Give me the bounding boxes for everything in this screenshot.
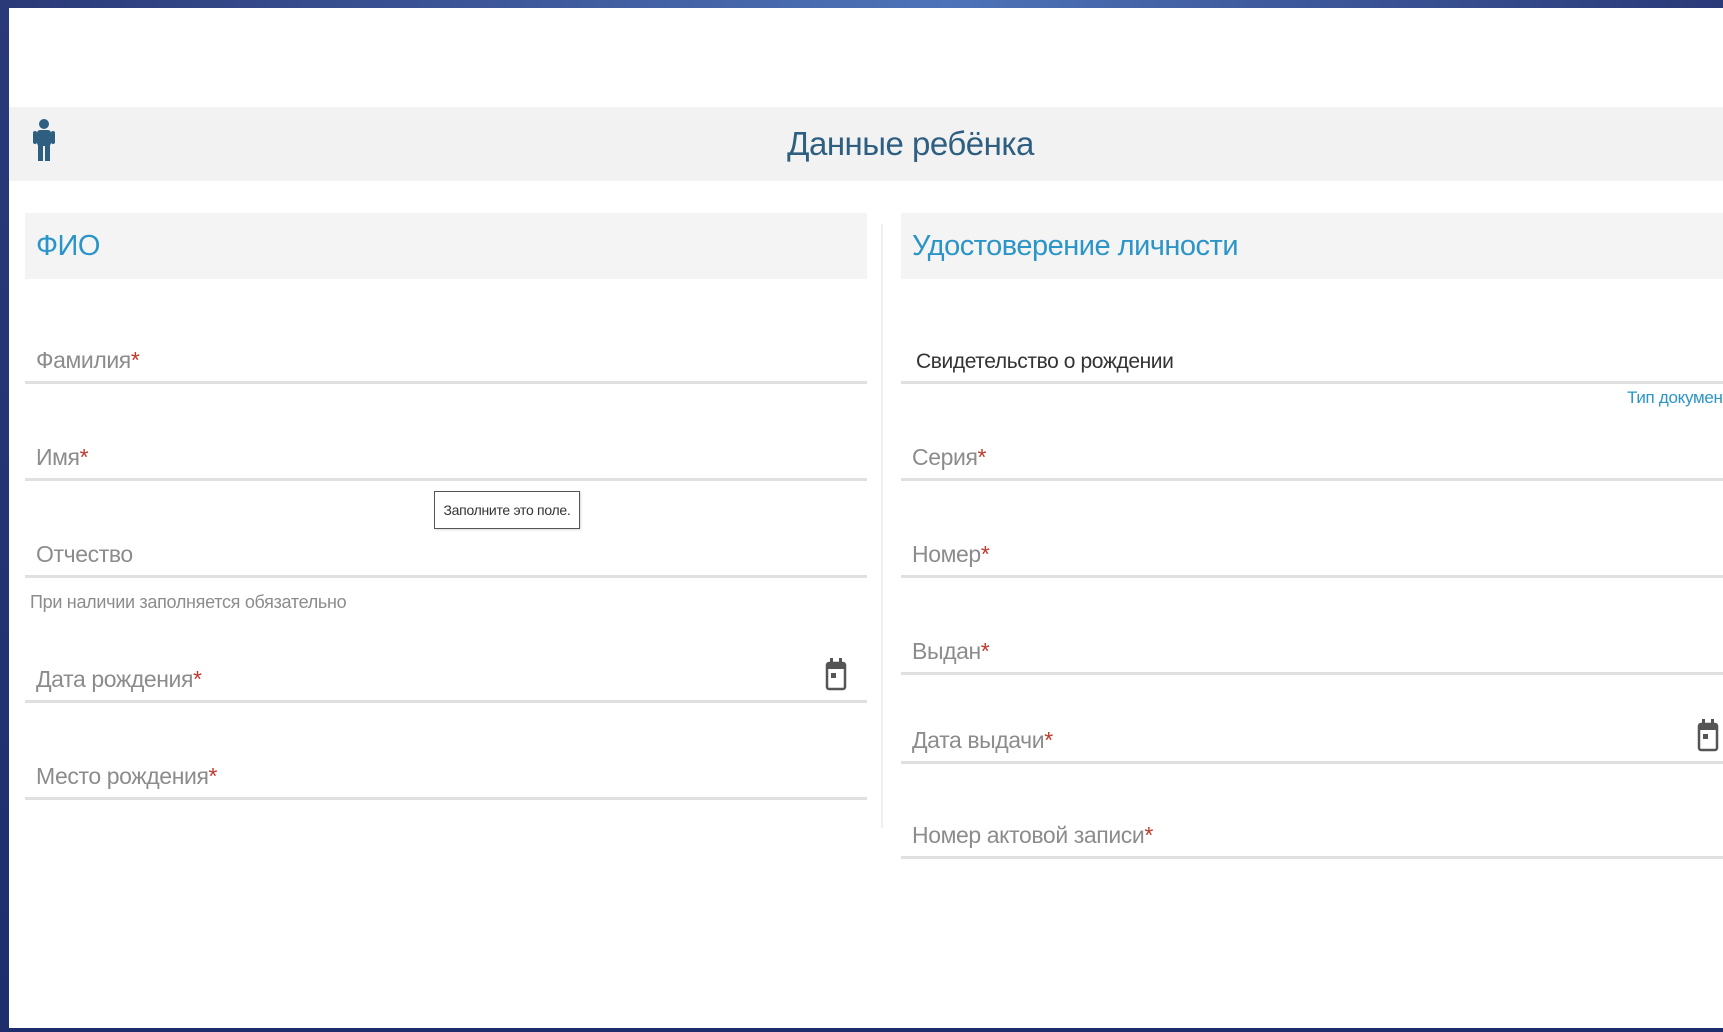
- section-title-identity: Удостоверение личности: [901, 213, 1723, 279]
- validation-tooltip: Заполните это поле.: [434, 491, 580, 529]
- calendar-icon[interactable]: [1697, 718, 1719, 752]
- page-header: Данные ребёнка: [9, 107, 1723, 181]
- series-field[interactable]: Серия*: [901, 435, 1723, 481]
- first-name-label: Имя*: [36, 444, 89, 470]
- required-mark: *: [193, 666, 202, 692]
- number-label: Номер*: [912, 541, 990, 567]
- last-name-field[interactable]: Фамилия*: [25, 338, 867, 384]
- document-type-value: Свидетельство о рождении: [916, 350, 1174, 373]
- issue-date-field[interactable]: Дата выдачи*: [901, 718, 1723, 764]
- calendar-icon[interactable]: [825, 657, 847, 691]
- birth-place-field[interactable]: Место рождения*: [25, 754, 867, 800]
- required-mark: *: [130, 347, 140, 373]
- window-frame-bottom: [0, 1028, 1723, 1032]
- document-type-hint: Тип документ: [1627, 388, 1723, 407]
- birth-date-label: Дата рождения*: [36, 666, 202, 692]
- middle-name-label: Отчество: [36, 541, 133, 567]
- act-record-number-label: Номер актовой записи*: [912, 822, 1153, 848]
- issued-by-field[interactable]: Выдан*: [901, 629, 1723, 675]
- document-type-select[interactable]: Свидетельство о рождении: [901, 338, 1723, 384]
- required-mark: *: [980, 541, 990, 567]
- required-mark: *: [1144, 822, 1153, 848]
- birth-date-field[interactable]: Дата рождения*: [25, 657, 867, 703]
- middle-name-field[interactable]: Отчество: [25, 532, 867, 578]
- number-field[interactable]: Номер*: [901, 532, 1723, 578]
- page-title: Данные ребёнка: [787, 125, 1034, 162]
- issue-date-label: Дата выдачи*: [912, 727, 1053, 753]
- act-record-number-field[interactable]: Номер актовой записи*: [901, 813, 1723, 859]
- window-frame-left: [0, 0, 9, 1032]
- required-mark: *: [977, 444, 987, 470]
- required-mark: *: [1044, 727, 1053, 753]
- section-title-fio: ФИО: [25, 213, 867, 279]
- middle-name-hint: При наличии заполняется обязательно: [30, 592, 347, 612]
- birth-place-label: Место рождения*: [36, 763, 218, 789]
- required-mark: *: [208, 763, 218, 789]
- last-name-label: Фамилия*: [36, 347, 140, 373]
- column-divider: [881, 224, 883, 828]
- required-mark: *: [980, 638, 990, 664]
- window-frame-top: [0, 0, 1723, 8]
- first-name-field[interactable]: Имя*: [25, 435, 867, 481]
- form-page: Данные ребёнка ФИО Фамилия* Имя* Отчеств…: [9, 8, 1723, 1028]
- series-label: Серия*: [912, 444, 987, 470]
- issued-by-label: Выдан*: [912, 638, 990, 664]
- required-mark: *: [79, 444, 89, 470]
